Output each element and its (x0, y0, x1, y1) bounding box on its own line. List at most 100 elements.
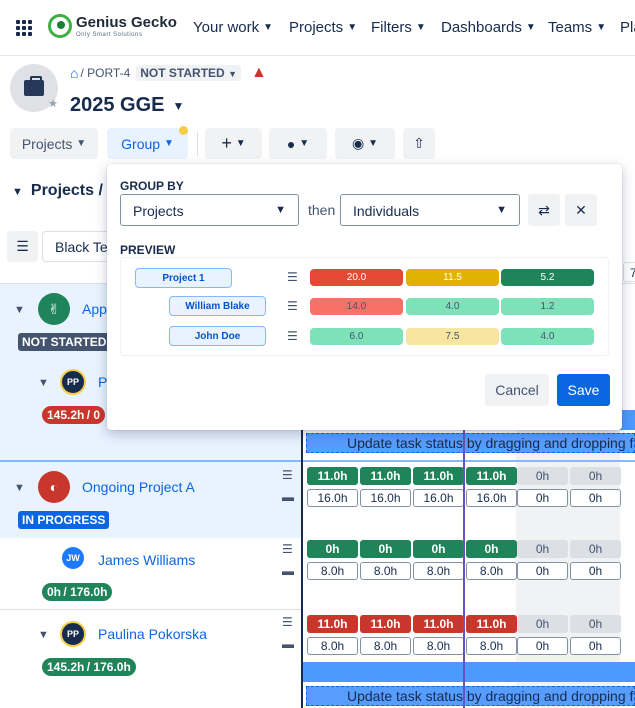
preview-group-chip: William Blake (169, 296, 266, 316)
avatar[interactable]: PP (60, 621, 86, 647)
capacity-cell: 0h (517, 540, 568, 558)
nav-projects[interactable]: Projects ▼ (289, 19, 357, 36)
capacity-icon[interactable]: ▬ (282, 564, 294, 578)
home-icon[interactable]: ⌂ (70, 65, 78, 81)
project-avatar[interactable]: ★ (10, 64, 58, 112)
list-check-icon[interactable]: ☰ (282, 615, 293, 629)
cancel-button[interactable]: Cancel (485, 374, 549, 406)
notification-dot (179, 126, 188, 135)
task-bar-hint[interactable]: Update task status by dragging and dropp… (306, 433, 635, 453)
gecko-logo-icon (48, 14, 72, 38)
preview-cell: 14.0 (310, 298, 403, 315)
capacity-cell: 8.0h (413, 637, 464, 655)
capacity-cell: 8.0h (307, 637, 358, 655)
capacity-cell: 0h (517, 615, 568, 633)
avatar[interactable]: JW (62, 547, 84, 569)
capacity-cell: 8.0h (360, 562, 411, 580)
compass-button[interactable]: ● ▼ (269, 128, 327, 159)
then-label: then (308, 202, 336, 218)
nav-teams[interactable]: Teams ▼ (548, 19, 606, 36)
chevron-down-icon[interactable]: ▼ (14, 482, 25, 494)
capacity-cell: 16.0h (413, 489, 464, 507)
status-label: NOT STARTED (140, 66, 225, 80)
progress-icon: ◐ (38, 471, 70, 503)
capacity-icon[interactable]: ▬ (282, 490, 294, 504)
person-link[interactable]: Paulina Pokorska (98, 626, 207, 642)
chevron-down-icon: ▼ (12, 186, 23, 198)
eye-icon: ◉ (351, 135, 365, 151)
brand-logo[interactable]: Genius Gecko Only Smart Solutions (48, 14, 177, 38)
preview-cell: 6.0 (310, 328, 403, 345)
section-title-text: Projects / (30, 182, 103, 199)
nav-plans[interactable]: Pla (620, 19, 635, 36)
brand-tagline: Only Smart Solutions (76, 31, 143, 38)
view-options-button[interactable]: ◉ ▼ (335, 128, 395, 159)
nav-filters[interactable]: Filters ▼ (371, 19, 426, 36)
chevron-down-icon[interactable]: ▼ (38, 377, 49, 389)
app-switcher-icon[interactable] (16, 20, 32, 36)
export-button[interactable]: ⇧ (403, 128, 435, 159)
section-title[interactable]: ▼ Projects / (12, 182, 103, 200)
chevron-down-icon: ▼ (76, 138, 87, 149)
chevron-down-icon: ▼ (275, 204, 286, 216)
group-by-select[interactable]: Projects ▼ (120, 194, 299, 226)
capacity-cell: 16.0h (307, 489, 358, 507)
list-check-icon: ☰ (287, 270, 298, 284)
list-check-icon[interactable]: ☰ (282, 468, 293, 482)
preview-cell: 4.0 (406, 298, 499, 315)
victory-hand-icon: ✌ (38, 293, 70, 325)
preview-cell: 7.5 (406, 328, 499, 345)
select-value: Individuals (353, 203, 420, 219)
capacity-cell: 0h (570, 615, 621, 633)
avatar[interactable]: PP (60, 369, 86, 395)
clear-button[interactable]: ✕ (565, 194, 597, 226)
briefcase-icon (24, 76, 44, 96)
list-check-icon[interactable]: ☰ (282, 542, 293, 556)
chevron-down-icon: ▼ (368, 138, 378, 149)
chevron-down-icon[interactable]: ▼ (38, 629, 49, 641)
capacity-cell: 8.0h (360, 637, 411, 655)
capacity-cell: 16.0h (360, 489, 411, 507)
capacity-cell: 8.0h (307, 562, 358, 580)
swap-button[interactable]: ⇄ (528, 194, 560, 226)
projects-view-button[interactable]: Projects ▼ (10, 128, 98, 159)
filter-list-button[interactable]: ☰ (7, 231, 38, 262)
preview-cell: 1.2 (501, 298, 594, 315)
preview-panel: Project 1 William Blake John Doe ☰ ☰ ☰ 2… (120, 257, 609, 356)
task-bar-hint[interactable]: Update task status by dragging and dropp… (306, 686, 635, 706)
nav-your-work[interactable]: Your work ▼ (193, 19, 273, 36)
capacity-cell: 0h (570, 562, 621, 580)
capacity-cell: 0h (360, 540, 411, 558)
page-title[interactable]: 2025 GGE ▼ (70, 94, 184, 117)
star-icon[interactable]: ★ (48, 97, 58, 110)
project-link[interactable]: App (82, 301, 107, 317)
breadcrumb: ⌂ / PORT-4 NOT STARTED ▼ ▲ (70, 64, 267, 82)
close-icon: ✕ (575, 201, 587, 218)
task-bar[interactable] (303, 662, 635, 682)
capacity-cell: 11.0h (307, 615, 358, 633)
capacity-cell: 0h (570, 637, 621, 655)
capacity-icon[interactable]: ▬ (282, 637, 294, 651)
then-by-select[interactable]: Individuals ▼ (340, 194, 520, 226)
nav-dashboards[interactable]: Dashboards ▼ (441, 19, 536, 36)
capacity-cell: 0h (307, 540, 358, 558)
status-dropdown[interactable]: NOT STARTED ▼ (136, 65, 241, 81)
capacity-cell: 0h (466, 540, 517, 558)
swap-icon: ⇄ (538, 201, 550, 218)
button-label: Group (121, 135, 161, 152)
capacity-cell: 0h (517, 467, 568, 485)
capacity-cell: 8.0h (466, 637, 517, 655)
breadcrumb-key[interactable]: PORT-4 (87, 66, 130, 80)
chevron-down-icon[interactable]: ▼ (14, 304, 25, 316)
add-button[interactable]: + ▼ (205, 128, 262, 159)
group-by-popup: GROUP BY Projects ▼ then Individuals ▼ ⇄… (107, 164, 622, 430)
project-link[interactable]: Ongoing Project A (82, 479, 195, 495)
nav-label: Filters (371, 19, 412, 36)
group-button[interactable]: Group ▼ (107, 128, 188, 159)
warning-icon[interactable]: ▲ (251, 64, 267, 82)
save-button[interactable]: Save (557, 374, 610, 406)
capacity-cell: 8.0h (466, 562, 517, 580)
header-partial-cell: 7 (623, 262, 635, 282)
person-link[interactable]: James Williams (98, 552, 195, 568)
nav-label: Your work (193, 19, 260, 36)
